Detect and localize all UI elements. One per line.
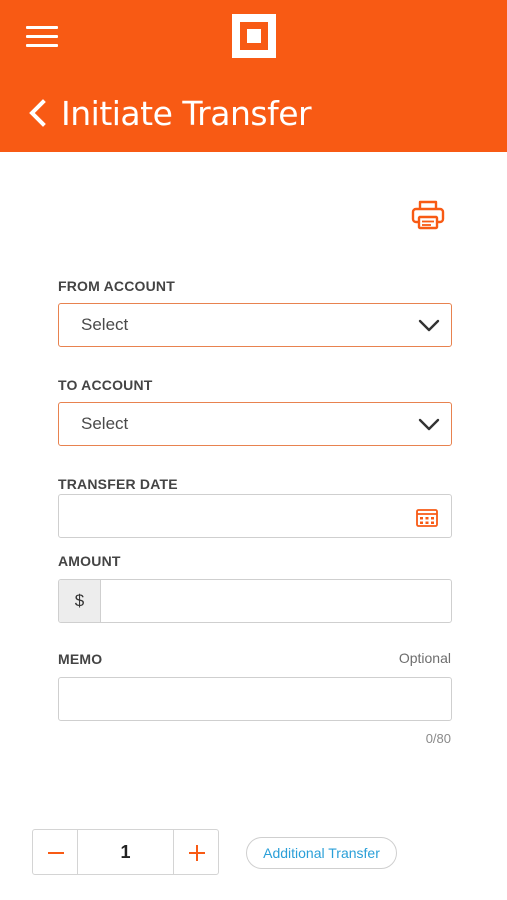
printer-icon[interactable] — [410, 199, 446, 231]
memo-optional-label: Optional — [398, 650, 451, 666]
to-account-select[interactable]: Select — [58, 402, 452, 446]
memo-char-counter: 0/80 — [425, 731, 451, 746]
amount-field: $ — [58, 579, 452, 623]
calendar-icon[interactable] — [416, 509, 438, 527]
from-account-value: Select — [81, 315, 129, 334]
quantity-stepper-value[interactable]: 1 — [78, 829, 173, 875]
to-account-value: Select — [81, 414, 129, 433]
memo-input[interactable] — [58, 677, 452, 721]
minus-icon — [48, 852, 64, 854]
memo-label: MEMO — [58, 651, 103, 667]
square-logo-icon[interactable] — [232, 14, 276, 58]
transfer-screen: Initiate Transfer FROM ACCOUNT Select TO… — [0, 0, 507, 900]
hamburger-menu-icon[interactable] — [26, 26, 58, 48]
currency-symbol: $ — [59, 580, 101, 622]
transfer-date-input[interactable] — [58, 494, 452, 538]
from-account-label: FROM ACCOUNT — [58, 278, 175, 294]
decrement-button[interactable] — [32, 829, 78, 875]
chevron-down-icon — [418, 416, 440, 432]
chevron-left-icon[interactable] — [24, 96, 52, 130]
amount-input[interactable] — [102, 580, 451, 622]
additional-transfer-button[interactable]: Additional Transfer — [246, 837, 397, 869]
transfer-date-label: TRANSFER DATE — [58, 476, 178, 492]
to-account-label: TO ACCOUNT — [58, 377, 153, 393]
amount-label: AMOUNT — [58, 553, 121, 569]
app-header: Initiate Transfer — [0, 0, 507, 152]
from-account-select[interactable]: Select — [58, 303, 452, 347]
page-title: Initiate Transfer — [61, 94, 312, 133]
increment-button[interactable] — [173, 829, 219, 875]
chevron-down-icon — [418, 317, 440, 333]
plus-icon — [189, 845, 205, 861]
